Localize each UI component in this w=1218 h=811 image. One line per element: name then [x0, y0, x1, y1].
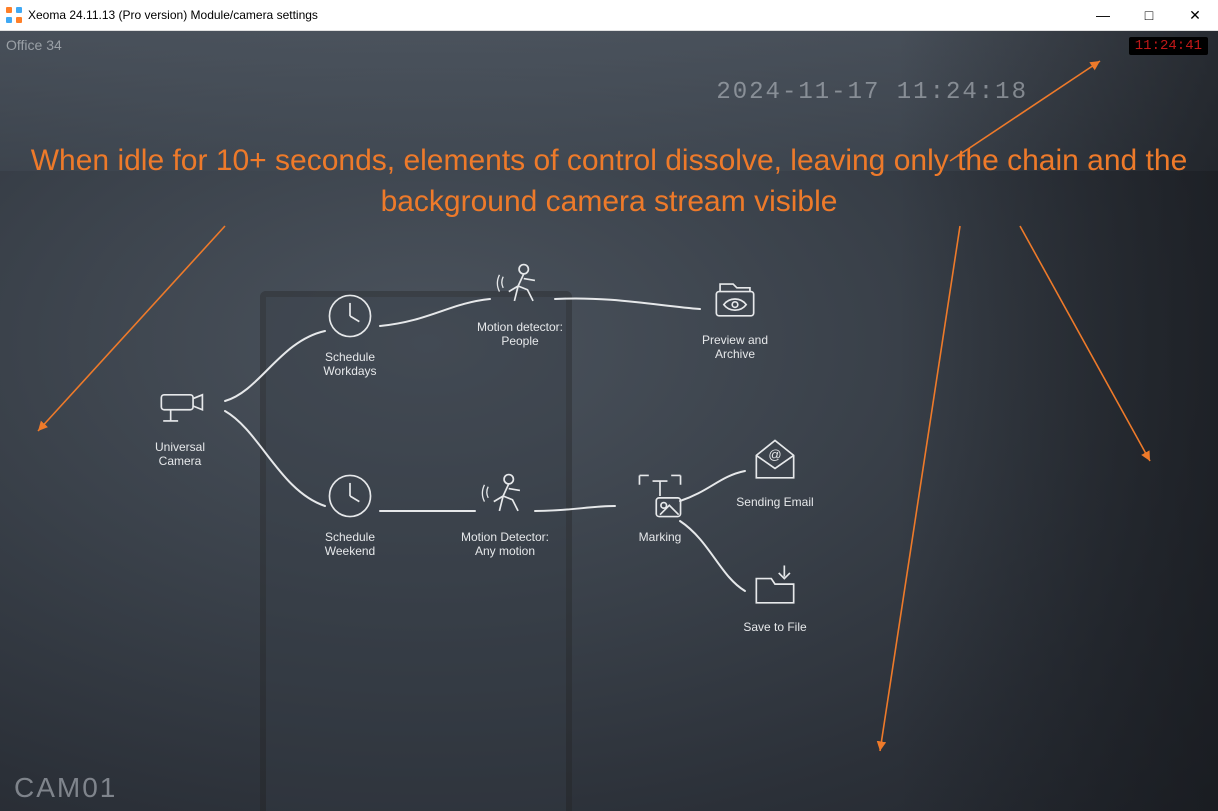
module-motion-people[interactable]: Motion detector: People: [475, 256, 565, 349]
module-save-to-file[interactable]: Save to File: [730, 556, 820, 634]
svg-text:@: @: [768, 447, 781, 462]
running-person-icon: [475, 466, 535, 526]
module-label: Preview and Archive: [690, 333, 780, 362]
camera-viewport[interactable]: Office 34 11:24:41 2024-11-17 11:24:18 C…: [0, 31, 1218, 811]
module-label: Motion Detector: Any motion: [460, 530, 550, 559]
module-label: Sending Email: [730, 495, 820, 509]
module-label: Schedule Weekend: [305, 530, 395, 559]
window-title: Xeoma 24.11.13 (Pro version) Module/came…: [28, 8, 318, 22]
module-label: Schedule Workdays: [305, 350, 395, 379]
archive-eye-icon: [705, 269, 765, 329]
email-icon: @: [745, 431, 805, 491]
module-label: Marking: [615, 530, 705, 544]
module-schedule-workdays[interactable]: Schedule Workdays: [305, 286, 395, 379]
window-maximize-button[interactable]: □: [1126, 0, 1172, 30]
module-schedule-weekend[interactable]: Schedule Weekend: [305, 466, 395, 559]
annotation-text: When idle for 10+ seconds, elements of c…: [30, 141, 1188, 222]
module-motion-any[interactable]: Motion Detector: Any motion: [460, 466, 550, 559]
camera-icon: [150, 376, 210, 436]
window-titlebar: Xeoma 24.11.13 (Pro version) Module/came…: [0, 0, 1218, 31]
window-close-button[interactable]: ✕: [1172, 0, 1218, 30]
running-person-icon: [490, 256, 550, 316]
clock-icon: [320, 286, 380, 346]
folder-download-icon: [745, 556, 805, 616]
stream-timestamp-overlay: 2024-11-17 11:24:18: [716, 79, 1028, 106]
module-marking[interactable]: Marking: [615, 466, 705, 544]
camera-name-overlay: Office 34: [6, 37, 62, 53]
module-preview-archive[interactable]: Preview and Archive: [690, 269, 780, 362]
clock-icon: [320, 466, 380, 526]
module-sending-email[interactable]: @ Sending Email: [730, 431, 820, 509]
module-label: Motion detector: People: [475, 320, 565, 349]
module-universal-camera[interactable]: Universal Camera: [135, 376, 225, 469]
camera-id-overlay: CAM01: [14, 772, 117, 804]
window-minimize-button[interactable]: —: [1080, 0, 1126, 30]
window-controls: — □ ✕: [1080, 0, 1218, 30]
clock-overlay: 11:24:41: [1129, 37, 1208, 55]
module-label: Save to File: [730, 620, 820, 634]
app-icon: [6, 7, 22, 23]
marking-icon: [630, 466, 690, 526]
module-label: Universal Camera: [135, 440, 225, 469]
